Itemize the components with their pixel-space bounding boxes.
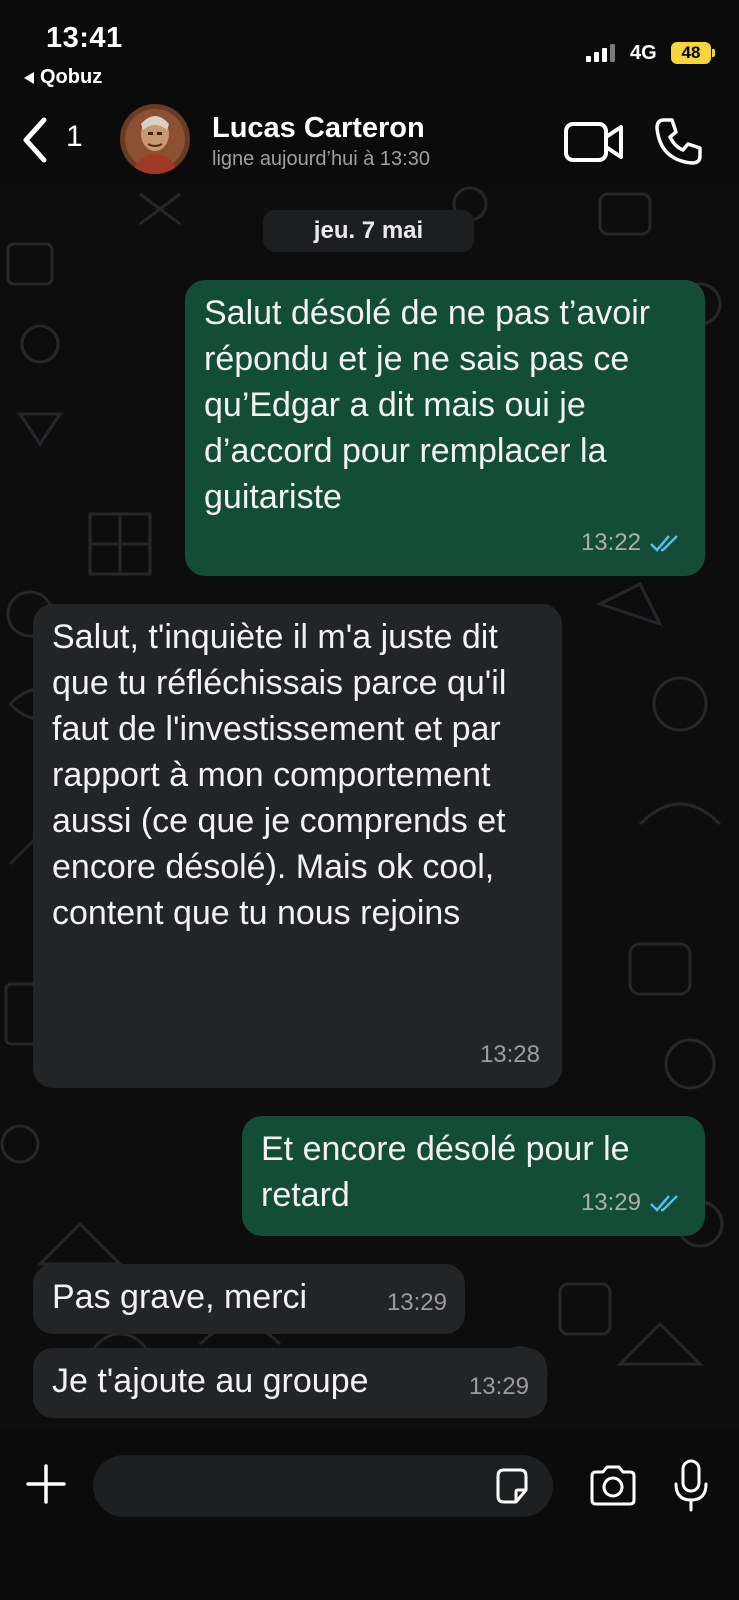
message-time: 13:29 <box>468 1373 529 1400</box>
message-meta: 13:29 <box>581 1180 683 1226</box>
network-type: 4G <box>630 42 657 64</box>
message-meta: 13:22 <box>581 520 683 566</box>
back-to-app-link[interactable]: Qobuz <box>24 66 102 89</box>
phone-call-icon[interactable] <box>652 116 704 168</box>
plus-icon[interactable] <box>24 1462 68 1506</box>
date-separator: jeu. 7 mai <box>263 210 474 252</box>
contact-name[interactable]: Lucas Carteron <box>212 112 425 145</box>
battery-icon: 48 <box>671 42 711 64</box>
contact-last-seen: ligne aujourd’hui à 13:30 <box>212 148 430 170</box>
status-time: 13:41 <box>46 22 123 54</box>
message-time: 13:29 <box>580 1189 641 1216</box>
read-ticks-icon <box>650 1195 678 1212</box>
read-ticks-icon <box>650 535 678 552</box>
message-bubble-incoming[interactable]: Salut, t'inquiète il m'a juste dit que t… <box>33 604 562 1088</box>
unread-count[interactable]: 1 <box>66 120 83 154</box>
message-bubble-outgoing[interactable]: Et encore désolé pour le retard 13:29 <box>242 1116 705 1236</box>
message-meta: 13:29 <box>469 1364 529 1410</box>
message-text: Je t'ajoute au groupe <box>52 1362 369 1400</box>
message-bubble-outgoing[interactable]: Salut désolé de ne pas t’avoir répondu e… <box>185 280 705 576</box>
battery-level: 48 <box>681 43 701 62</box>
back-triangle-icon <box>24 71 34 84</box>
message-time: 13:28 <box>479 1041 540 1068</box>
signal-strength-icon <box>586 44 615 62</box>
date-label: jeu. 7 mai <box>313 217 424 244</box>
video-call-icon[interactable] <box>563 121 625 163</box>
back-chevron-icon[interactable] <box>18 114 68 166</box>
message-bubble-incoming[interactable]: Je t'ajoute au groupe 13:29 <box>33 1348 547 1418</box>
avatar[interactable] <box>120 104 190 174</box>
back-app-label: Qobuz <box>40 66 103 88</box>
avatar-image <box>120 104 190 174</box>
message-meta: 13:29 <box>387 1280 447 1326</box>
message-time: 13:29 <box>386 1289 447 1316</box>
message-text: Salut désolé de ne pas t’avoir répondu e… <box>204 294 651 516</box>
camera-icon[interactable] <box>588 1464 638 1508</box>
battery-tip <box>712 49 715 57</box>
sticker-icon[interactable] <box>492 1466 532 1506</box>
message-input[interactable] <box>93 1455 553 1517</box>
message-bubble-incoming[interactable]: Pas grave, merci 13:29 <box>33 1264 465 1334</box>
microphone-icon[interactable] <box>672 1458 710 1514</box>
message-time: 13:22 <box>580 529 641 556</box>
message-meta: 13:28 <box>480 1032 540 1078</box>
message-text: Pas grave, merci <box>52 1278 308 1316</box>
message-text: Salut, t'inquiète il m'a juste dit que t… <box>52 618 507 932</box>
